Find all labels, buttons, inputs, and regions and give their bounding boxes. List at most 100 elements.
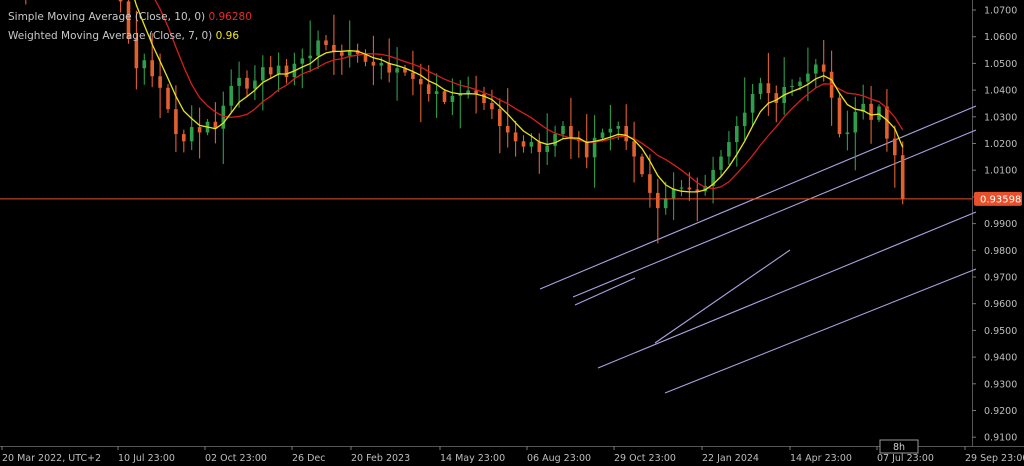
candle (640, 153, 644, 177)
candle (663, 181, 668, 215)
candle (750, 84, 755, 126)
candle (395, 47, 399, 101)
candle (837, 94, 842, 138)
candle (221, 91, 226, 164)
candle (411, 50, 415, 96)
channel-line[interactable] (654, 249, 791, 344)
candle (371, 35, 376, 86)
candle (245, 70, 249, 97)
candle (253, 65, 257, 101)
time-tick-label: 22 Jan 2024 (702, 453, 759, 464)
candle (577, 131, 581, 158)
candle (845, 110, 850, 151)
indicator-legend[interactable]: Simple Moving Average (Close, 10, 0) 0.9… (8, 8, 252, 46)
candle (324, 35, 328, 51)
candle (268, 56, 273, 79)
candle (608, 104, 613, 151)
price-tick-label: 1.0300 (984, 112, 1017, 123)
price-tick-label: 0.9600 (984, 299, 1017, 310)
candle (419, 63, 423, 123)
price-tick-label: 1.0600 (984, 32, 1017, 43)
candle (458, 80, 463, 129)
candle (861, 84, 865, 120)
candle (742, 77, 747, 141)
price-tick-label: 0.9700 (984, 273, 1017, 284)
candle (671, 172, 676, 221)
wma-legend-label: Weighted Moving Average (Close, 7, 0) (8, 30, 213, 42)
price-tick-label: 1.0400 (984, 86, 1017, 97)
price-tick-label: 0.9500 (984, 326, 1017, 337)
candle (450, 78, 455, 116)
candle (521, 135, 526, 153)
candle (592, 115, 597, 188)
sma-legend[interactable]: Simple Moving Average (Close, 10, 0) 0.9… (8, 8, 252, 27)
sma-legend-label: Simple Moving Average (Close, 10, 0) (8, 11, 206, 23)
candle (284, 59, 289, 84)
candle (505, 88, 510, 148)
channel-line[interactable] (664, 268, 977, 394)
chart-canvas[interactable]: 1.0700 1.0600 1.0500 1.0400 1.0300 1.0200 1.01… (0, 0, 1024, 466)
candle (347, 20, 352, 68)
candle (213, 102, 218, 144)
candle (719, 150, 723, 177)
candle (711, 156, 715, 204)
trading-chart[interactable]: 1.0700 1.0600 1.0500 1.0400 1.0300 1.0200 1.01… (0, 0, 1024, 466)
candle (624, 104, 628, 151)
price-tick-label: 1.0700 (984, 6, 1017, 17)
time-tick-label: 14 Apr 23:00 (790, 453, 852, 464)
candle (774, 85, 779, 123)
price-tick-label: 0.9300 (984, 379, 1017, 390)
candle (490, 89, 494, 120)
current-price-label: 0.93598 (980, 195, 1021, 206)
candle (332, 14, 336, 75)
price-tick-label: 0.9400 (984, 353, 1017, 364)
candle (276, 52, 281, 92)
candle (340, 44, 344, 75)
price-tick-label: 0.9100 (984, 433, 1017, 444)
candle (513, 120, 518, 157)
price-tick-label: 0.9800 (984, 246, 1017, 257)
time-tick-label: 20 Mar 2022, UTC+2 (2, 453, 101, 464)
candle (166, 83, 170, 114)
candle (25, 0, 27, 5)
wma-legend[interactable]: Weighted Moving Average (Close, 7, 0) 0.… (8, 27, 252, 46)
price-tick-label: 1.0500 (984, 59, 1017, 70)
interval-label: 8h (893, 442, 905, 453)
candle (814, 58, 818, 88)
price-tick-label: 0.9900 (984, 219, 1017, 230)
candle (703, 174, 707, 196)
candle (316, 30, 320, 69)
channel-line[interactable] (574, 277, 636, 306)
time-tick-label: 26 Dec (292, 453, 326, 464)
candle (900, 141, 905, 205)
candle (363, 49, 368, 67)
time-tick-label: 29 Oct 23:00 (614, 453, 676, 464)
interval-badge[interactable]: 8h (879, 439, 919, 454)
candle (656, 178, 660, 244)
price-tick-label: 1.0200 (984, 139, 1017, 150)
candle (790, 79, 794, 96)
wma-legend-value: 0.96 (215, 30, 240, 42)
candle (553, 125, 557, 157)
price-tick-label: 0.9200 (984, 406, 1017, 417)
candle (545, 113, 549, 166)
candle (782, 57, 786, 115)
candle (182, 129, 186, 153)
candle (387, 38, 391, 83)
candle (229, 69, 233, 113)
candle (482, 86, 486, 111)
current-price-badge: 0.93598 (974, 191, 1022, 206)
time-tick-label: 20 Feb 2023 (351, 453, 410, 464)
candle (142, 53, 147, 85)
candle (442, 89, 447, 105)
candle (758, 77, 763, 100)
time-tick-label: 07 Jul 23:00 (877, 453, 934, 464)
candle (537, 133, 542, 174)
candle (679, 179, 684, 197)
candle (569, 97, 573, 159)
candle (197, 107, 202, 159)
candle (877, 104, 881, 123)
candle (632, 121, 636, 183)
channel-line[interactable] (539, 105, 977, 290)
price-tick-label: 1.0100 (984, 166, 1017, 177)
